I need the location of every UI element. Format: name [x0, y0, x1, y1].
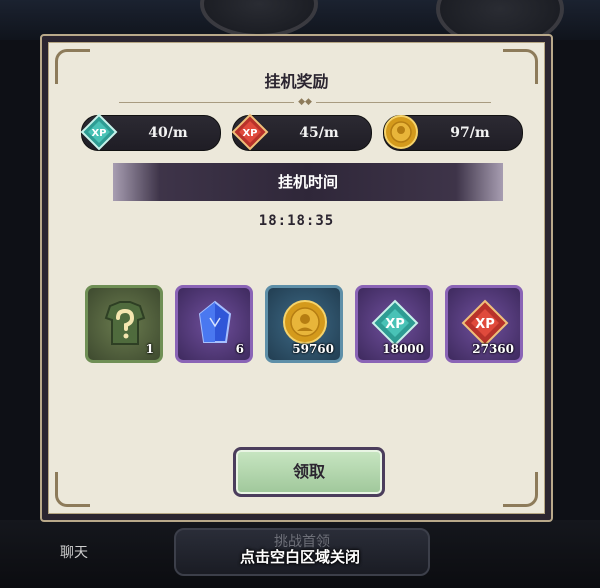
reward-count: 6: [235, 342, 244, 356]
reward-slot-mystery-equipment[interactable]: 1: [85, 285, 163, 363]
rate-pill-gold: 97/m: [383, 115, 523, 151]
dialog-title: 挂机奖励: [264, 72, 329, 91]
reward-slot-teal-xp[interactable]: XP 18000: [355, 285, 433, 363]
gold-coin-icon: [384, 115, 418, 149]
rate-value: 97/m: [450, 125, 490, 141]
svg-text:XP: XP: [475, 317, 495, 332]
claim-button[interactable]: 领取: [233, 447, 385, 497]
svg-text:XP: XP: [242, 128, 257, 139]
idle-reward-dialog: 挂机奖励 ◆◆ XP 40/m XP 45/m 97/m 挂机时间 18:18:…: [40, 34, 553, 522]
svg-text:XP: XP: [385, 317, 405, 332]
idle-time-banner: 挂机时间: [113, 163, 503, 201]
rate-pill-red-xp: XP 45/m: [231, 113, 372, 151]
reward-count: 1: [145, 342, 154, 356]
reward-count: 27360: [472, 342, 514, 356]
idle-time-value: 18:18:35: [258, 213, 335, 229]
reward-count: 18000: [382, 342, 424, 356]
corner-ornament: [55, 472, 90, 507]
corner-ornament: [503, 472, 538, 507]
reward-count: 59760: [292, 342, 334, 356]
rate-pill-teal-xp: XP 40/m: [80, 113, 221, 151]
divider-ornament-icon: ◆◆: [294, 98, 316, 107]
rate-value: 40/m: [148, 125, 188, 141]
blue-crystal-icon: [198, 300, 232, 343]
mystery-equipment-icon: [104, 301, 146, 345]
red-xp-gem-icon: XP: [231, 113, 269, 151]
reward-slot-red-xp[interactable]: XP 27360: [445, 285, 523, 363]
svg-text:XP: XP: [91, 128, 106, 139]
teal-xp-gem-icon: XP: [80, 113, 118, 151]
rate-value: 45/m: [299, 125, 339, 141]
reward-slot-blue-crystal[interactable]: 6: [175, 285, 253, 363]
close-hint[interactable]: 点击空白区域关闭: [0, 546, 600, 567]
dialog-panel: 挂机奖励 ◆◆ XP 40/m XP 45/m 97/m 挂机时间 18:18:…: [48, 42, 545, 514]
reward-slot-gold-coin[interactable]: 59760: [265, 285, 343, 363]
